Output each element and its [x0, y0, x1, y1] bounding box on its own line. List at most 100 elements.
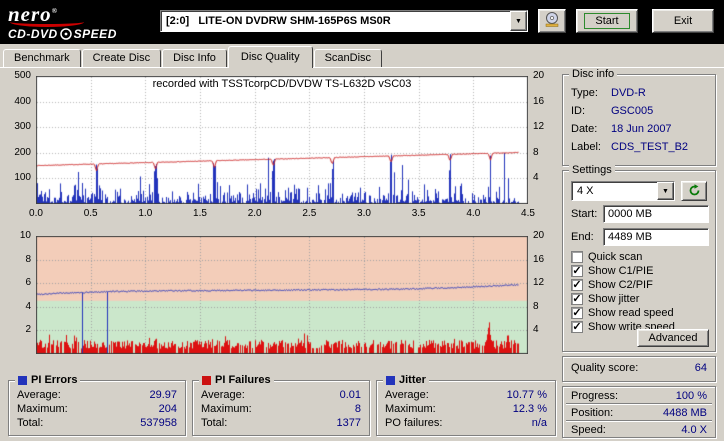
- refresh-button[interactable]: [681, 181, 707, 201]
- check-icon: ✓: [572, 292, 582, 305]
- end-position-label: End:: [571, 231, 594, 243]
- checkbox-box[interactable]: ✓: [571, 265, 583, 277]
- checkbox-show-c2-pif[interactable]: ✓ Show C2/PIF: [571, 278, 711, 292]
- maximum-label: Maximum:: [201, 403, 252, 415]
- pi-errors-chart: recorded with TSSTcorpCD/DVDW TS-L632D v…: [8, 70, 568, 230]
- nero-logo: nero® CD-DVD SPEED: [8, 1, 158, 43]
- exit-button[interactable]: Exit: [652, 9, 714, 33]
- progress-label: Progress:: [571, 390, 619, 402]
- pi-errors-legend-marker: [18, 375, 27, 385]
- axis-tick-label: 8: [25, 253, 31, 265]
- start-position-value: 0000 MB: [608, 208, 653, 220]
- average-label: Average:: [201, 389, 245, 401]
- axis-tick-label: 6: [25, 277, 31, 289]
- top-toolbar: nero® CD-DVD SPEED [2:0] LITE-ON DVDRW S…: [0, 0, 724, 44]
- axis-tick-label: 4: [533, 172, 539, 184]
- speed-label: Speed:: [571, 424, 606, 436]
- logo-swoosh: [10, 17, 84, 27]
- disc-info-title: Disc info: [569, 68, 618, 80]
- maximum-value: 12.3 %: [512, 403, 547, 415]
- checkbox-show-read-speed[interactable]: ✓ Show read speed: [571, 306, 711, 320]
- advanced-button[interactable]: Advanced: [637, 329, 709, 347]
- maximum-label: Maximum:: [17, 403, 68, 415]
- settings-title: Settings: [569, 164, 615, 176]
- axis-tick-label: 4.0: [466, 208, 481, 219]
- axis-tick-label: 0.0: [29, 208, 43, 219]
- po-failures-value: n/a: [531, 417, 547, 429]
- pi-failures-legend-marker: [202, 375, 211, 385]
- disc-hand-icon: [545, 12, 559, 27]
- total-label: Total:: [17, 417, 44, 429]
- speed-selector-dropdown-arrow[interactable]: ▼: [657, 182, 674, 200]
- jitter-stats-title: Jitter: [399, 374, 426, 386]
- end-position-field[interactable]: 4489 MB: [603, 228, 709, 246]
- axis-tick-label: 2: [25, 324, 31, 336]
- tab-create-disc[interactable]: Create Disc: [81, 49, 162, 67]
- axis-tick-label: 4: [533, 324, 539, 336]
- axis-tick-label: 2.5: [302, 208, 317, 219]
- axis-tick-label: 1.5: [193, 208, 207, 219]
- quality-score-value: 64: [694, 362, 707, 374]
- axis-tick-label: 200: [14, 146, 31, 158]
- disc-type-label: Type:: [571, 87, 598, 99]
- start-position-field[interactable]: 0000 MB: [603, 205, 709, 223]
- settings-checkbox-list: Quick scan ✓ Show C1/PIE ✓ Show C2/PIF ✓ Show …: [571, 250, 711, 334]
- checkbox-label: Show C2/PIF: [588, 279, 653, 291]
- drive-selector-value: [2:0] LITE-ON DVDRW SHM-165P6S MS0R: [166, 15, 391, 27]
- chart-recorded-with-title: recorded with TSSTcorpCD/DVDW TS-L632D v…: [152, 78, 412, 90]
- checkbox-box[interactable]: [571, 251, 583, 263]
- axis-tick-label: 16: [533, 253, 545, 265]
- checkbox-box[interactable]: ✓: [571, 307, 583, 319]
- average-value: 29.97: [149, 389, 177, 401]
- tab-benchmark[interactable]: Benchmark: [3, 49, 81, 67]
- po-failures-label: PO failures:: [385, 417, 443, 429]
- jitter-stats-panel: Jitter Average: 10.77 % Maximum: 12.3 % PO…: [376, 374, 556, 436]
- speed-selector-value: 4 X: [577, 185, 594, 197]
- drive-selector[interactable]: [2:0] LITE-ON DVDRW SHM-165P6S MS0R ▼: [160, 10, 528, 32]
- end-position-value: 4489 MB: [608, 231, 653, 243]
- disc-date-value: 18 Jun 2007: [611, 123, 672, 135]
- eject-disc-button[interactable]: [538, 9, 566, 33]
- axis-tick-label: 500: [14, 70, 31, 81]
- checkbox-label: Show read speed: [588, 307, 674, 319]
- drive-selector-dropdown-arrow[interactable]: ▼: [510, 11, 527, 31]
- settings-panel: Settings 4 X ▼ Start: 0000 MB End: 4489 …: [562, 164, 716, 352]
- checkbox-show-jitter[interactable]: ✓ Show jitter: [571, 292, 711, 306]
- maximum-value: 204: [158, 403, 177, 415]
- axis-tick-label: 12: [533, 277, 545, 289]
- disc-id-value: GSC005: [611, 105, 654, 117]
- refresh-icon: [689, 184, 699, 196]
- axis-tick-label: 20: [533, 230, 545, 241]
- checkbox-quick-scan[interactable]: Quick scan: [571, 250, 711, 264]
- axis-tick-label: 8: [533, 300, 539, 312]
- tab-scandisc[interactable]: ScanDisc: [313, 49, 383, 67]
- checkbox-show-c1-pie[interactable]: ✓ Show C1/PIE: [571, 264, 711, 278]
- total-value: 1377: [336, 417, 361, 429]
- start-position-label: Start:: [571, 208, 598, 220]
- axis-tick-label: 4: [25, 300, 31, 312]
- check-icon: ✓: [572, 320, 582, 333]
- checkbox-box[interactable]: ✓: [571, 293, 583, 305]
- disc-label-label: Label:: [571, 141, 601, 153]
- disc-id-label: ID:: [571, 105, 586, 117]
- speed-value: 4.0 X: [681, 424, 707, 436]
- tab-disc-quality[interactable]: Disc Quality: [227, 46, 313, 68]
- checkbox-box[interactable]: ✓: [571, 321, 583, 333]
- tab-disc-info[interactable]: Disc Info: [162, 49, 227, 67]
- axis-tick-label: 400: [14, 95, 31, 107]
- checkbox-label: Show C1/PIE: [588, 265, 654, 277]
- quality-score-panel: Quality score: 64: [562, 356, 716, 382]
- axis-tick-label: 1.0: [138, 208, 153, 219]
- axis-tick-label: 3.5: [411, 208, 426, 219]
- checkbox-box[interactable]: ✓: [571, 279, 583, 291]
- speed-selector[interactable]: 4 X ▼: [571, 181, 675, 201]
- axis-tick-label: 100: [14, 172, 31, 184]
- disc-date-label: Date:: [571, 123, 598, 135]
- quality-score-label: Quality score:: [571, 362, 639, 374]
- average-label: Average:: [385, 389, 429, 401]
- maximum-value: 8: [354, 403, 361, 415]
- disc-icon: [59, 28, 72, 40]
- axis-tick-label: 8: [533, 146, 539, 158]
- check-icon: ✓: [572, 278, 582, 291]
- start-button[interactable]: Start: [576, 9, 638, 33]
